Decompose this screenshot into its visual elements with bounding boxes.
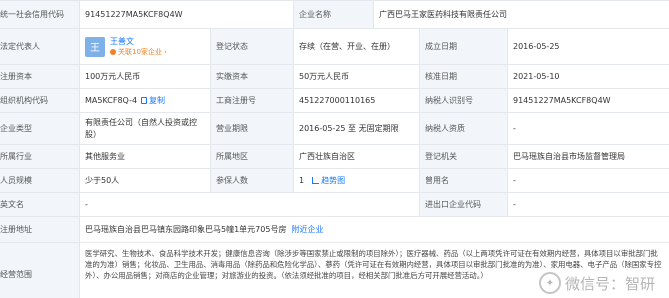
found-date-value: 2016-05-25 <box>513 42 560 51</box>
trend-label: 趋势图 <box>321 176 346 185</box>
former-name-label: 曾用名 <box>420 169 508 192</box>
company-type-label: 企业类型 <box>0 113 80 144</box>
table-row: 法定代表人 王 王善文 关联10家企业 › 登记状态 存续（在营、开业、在册） … <box>0 29 669 65</box>
chart-icon <box>312 177 320 184</box>
table-row: 统一社会信用代码 91451227MA5KCF8Q4W 企业名称 广西巴马王家医… <box>0 1 669 29</box>
org-code-label: 组织机构代码 <box>0 89 80 112</box>
reg-capital-value: 100万元人民币 <box>80 65 211 88</box>
authority-label: 登记机关 <box>420 145 508 168</box>
wechat-icon: ✦ <box>538 272 561 294</box>
company-type-value: 有限责任公司（自然人投资或控股） <box>80 113 211 144</box>
address-value: 巴马瑶族自治县巴马镇东园路印象巴马5幢1单元705号房 <box>85 225 287 234</box>
staff-value: 少于50人 <box>80 169 211 192</box>
authority-value: 巴马瑶族自治县市场监督管理局 <box>513 152 625 161</box>
taxpayer-id-label: 纳税人识别号 <box>420 89 508 112</box>
org-code-value: MA5KCF8Q-4 <box>85 96 138 105</box>
term-label: 营业期限 <box>211 113 294 144</box>
address-cell: 巴马瑶族自治县巴马镇东园路印象巴马5幢1单元705号房 附近企业 <box>80 217 669 242</box>
taxpayer-id-value: 91451227MA5KCF8Q4W <box>513 96 611 105</box>
table-row: 人员规模 少于50人 参保人数 1 趋势图 曾用名 - <box>0 169 669 193</box>
company-name-label: 企业名称 <box>294 1 374 28</box>
insured-cell: 1 趋势图 <box>294 169 420 192</box>
paid-capital-label: 实缴资本 <box>211 65 294 88</box>
watermark: ✦ 微信号：智研 <box>538 272 655 294</box>
table-row: 注册地址 巴马瑶族自治县巴马镇东园路印象巴马5幢1单元705号房 附近企业 <box>0 217 669 243</box>
approve-date-value: 2021-05-10 <box>513 72 560 81</box>
address-label: 注册地址 <box>0 217 80 242</box>
region-value: 广西壮族自治区 <box>294 145 420 168</box>
credit-code-value: 91451227MA5KCF8Q4W <box>80 1 294 28</box>
copy-button[interactable]: 复制 <box>141 95 165 106</box>
table-row: 英文名 - 进出口企业代码 - <box>0 193 669 217</box>
export-code-value: - <box>513 200 516 209</box>
reg-capital-label: 注册资本 <box>0 65 80 88</box>
nearby-companies-link[interactable]: 附近企业 <box>291 224 323 235</box>
taxpayer-qual-value: - <box>513 124 516 133</box>
industry-label: 所属行业 <box>0 145 80 168</box>
company-name-value: 广西巴马王家医药科技有限责任公司 <box>379 10 507 19</box>
legal-rep-cell: 王 王善文 关联10家企业 › <box>80 29 211 64</box>
copy-icon <box>141 97 148 104</box>
status-value: 存续（在营、开业、在册） <box>294 29 420 64</box>
watermark-text: 微信号：智研 <box>564 274 655 293</box>
org-code-cell: MA5KCF8Q-4 复制 <box>80 89 211 112</box>
insured-value: 1 <box>299 176 305 185</box>
scope-label: 经营范围 <box>0 243 80 298</box>
credit-code-label: 统一社会信用代码 <box>0 1 80 28</box>
trend-chart-link[interactable]: 趋势图 <box>312 175 345 186</box>
table-row: 组织机构代码 MA5KCF8Q-4 复制 工商注册号 4512270001101… <box>0 89 669 113</box>
biz-reg-label: 工商注册号 <box>211 89 294 112</box>
related-companies-link[interactable]: 关联10家企业 › <box>110 47 167 57</box>
legal-rep-name-link[interactable]: 王善文 <box>110 36 167 47</box>
export-code-label: 进出口企业代码 <box>420 193 508 216</box>
paid-capital-value: 50万元人民币 <box>294 65 420 88</box>
region-label: 所属地区 <box>211 145 294 168</box>
related-text: 关联10家企业 › <box>118 48 167 56</box>
staff-label: 人员规模 <box>0 169 80 192</box>
business-info-table: 统一社会信用代码 91451227MA5KCF8Q4W 企业名称 广西巴马王家医… <box>0 0 669 298</box>
former-name-value: - <box>513 176 516 185</box>
status-label: 登记状态 <box>211 29 294 64</box>
approve-date-label: 核准日期 <box>420 65 508 88</box>
biz-reg-value: 451227000110165 <box>294 89 420 112</box>
english-name-label: 英文名 <box>0 193 80 216</box>
avatar[interactable]: 王 <box>85 36 105 57</box>
english-name-value: - <box>80 193 420 216</box>
table-row: 所属行业 其他服务业 所属地区 广西壮族自治区 登记机关 巴马瑶族自治县市场监督… <box>0 145 669 169</box>
insured-label: 参保人数 <box>211 169 294 192</box>
found-date-label: 成立日期 <box>420 29 508 64</box>
legal-rep-label: 法定代表人 <box>0 29 80 64</box>
industry-value: 其他服务业 <box>80 145 211 168</box>
copy-label: 复制 <box>149 96 166 105</box>
term-value: 2016-05-25 至 无固定期限 <box>294 113 420 144</box>
table-row: 注册资本 100万元人民币 实缴资本 50万元人民币 核准日期 2021-05-… <box>0 65 669 89</box>
table-row: 企业类型 有限责任公司（自然人投资或控股） 营业期限 2016-05-25 至 … <box>0 113 669 145</box>
taxpayer-qual-label: 纳税人资质 <box>420 113 508 144</box>
related-icon <box>110 49 116 55</box>
